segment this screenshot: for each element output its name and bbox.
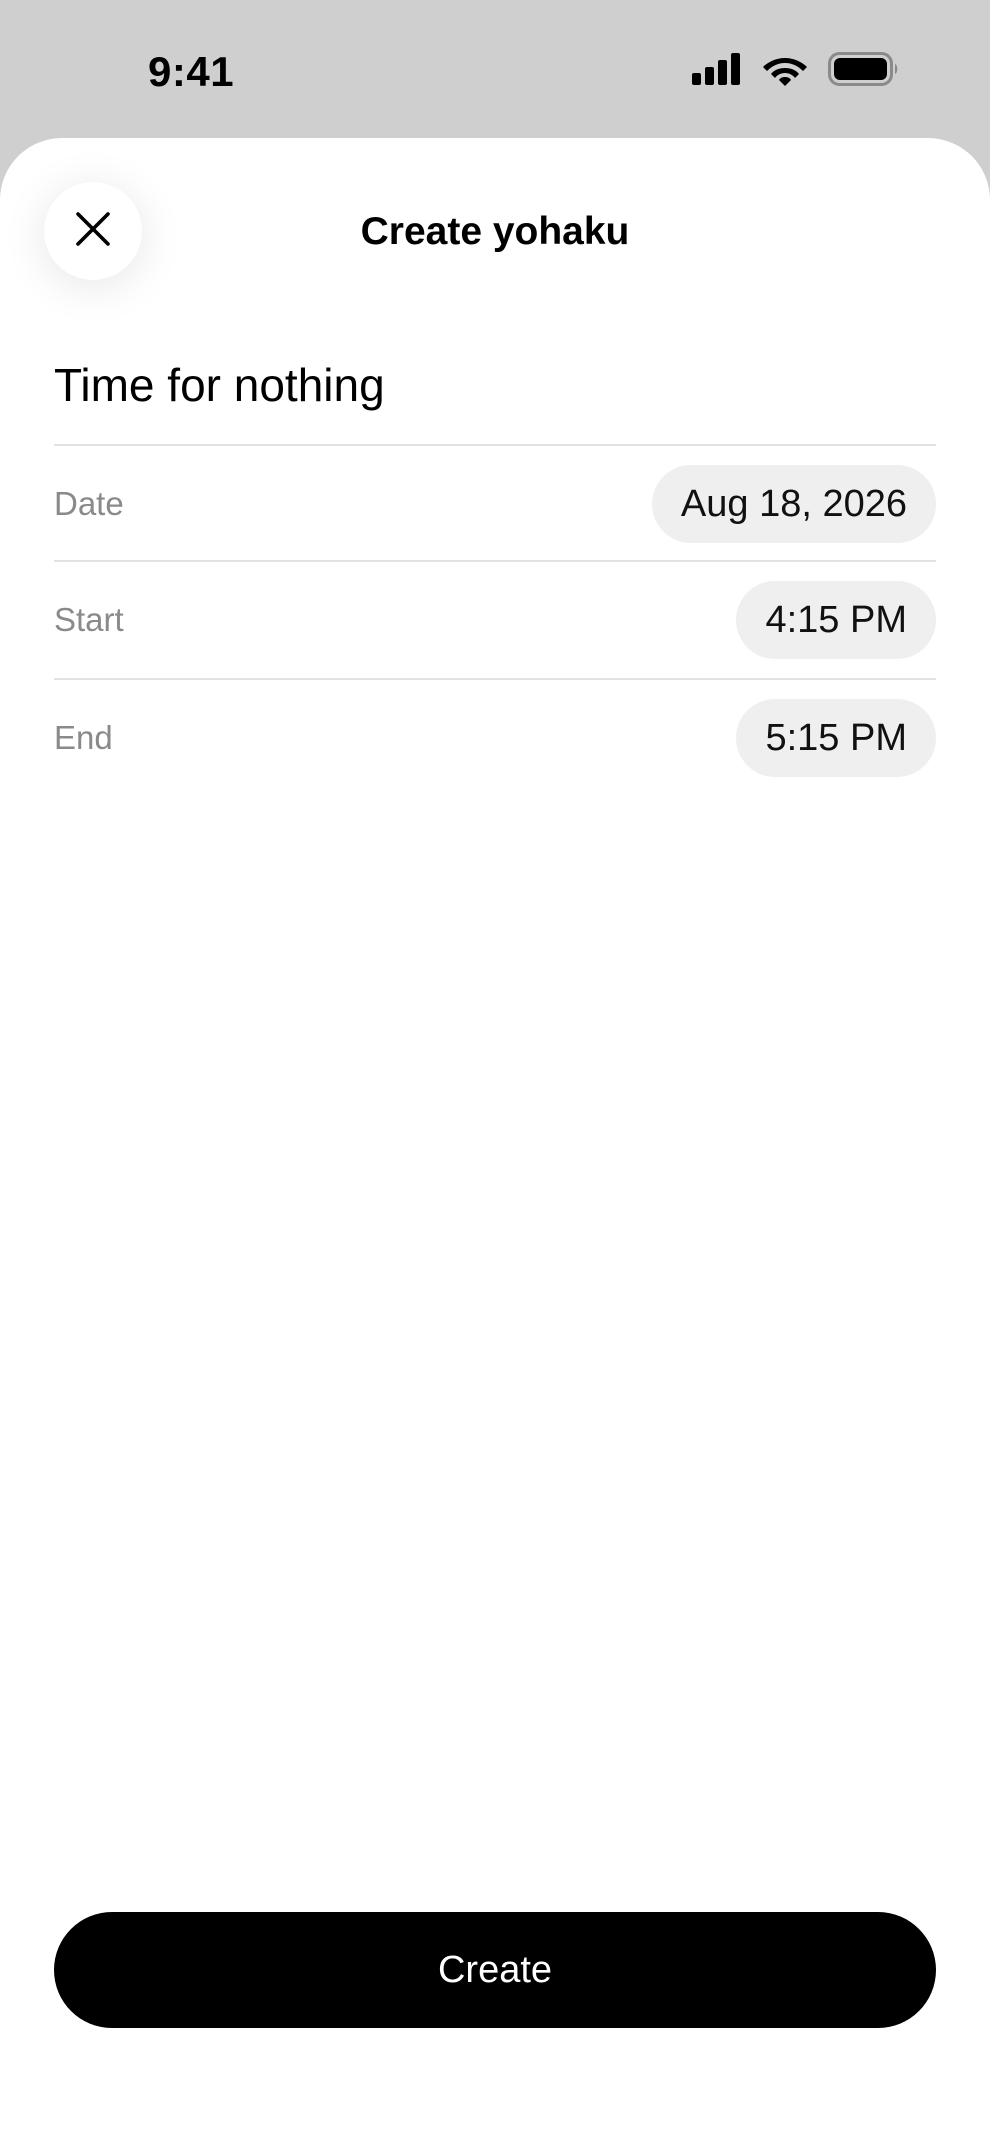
date-picker[interactable]: Aug 18, 2026	[651, 465, 936, 543]
date-row: Date Aug 18, 2026	[54, 444, 936, 562]
start-time-picker[interactable]: 4:15 PM	[736, 581, 936, 659]
date-label: Date	[54, 485, 124, 522]
cellular-signal-icon	[692, 53, 742, 90]
status-time: 9:41	[148, 48, 235, 95]
wifi-icon	[762, 52, 808, 91]
end-label: End	[54, 719, 113, 756]
status-bar: 9:41	[0, 0, 990, 140]
event-title-input[interactable]: Time for nothing	[54, 358, 385, 412]
create-button[interactable]: Create	[54, 1912, 936, 2028]
start-label: Start	[54, 601, 124, 638]
end-row: End 5:15 PM	[54, 678, 936, 796]
status-icons	[692, 52, 900, 91]
create-sheet: Create yohaku Time for nothing Date Aug …	[0, 138, 990, 2151]
battery-icon	[828, 52, 900, 91]
sheet-title: Create yohaku	[360, 210, 630, 253]
end-time-picker[interactable]: 5:15 PM	[736, 699, 936, 777]
start-row: Start 4:15 PM	[54, 560, 936, 678]
